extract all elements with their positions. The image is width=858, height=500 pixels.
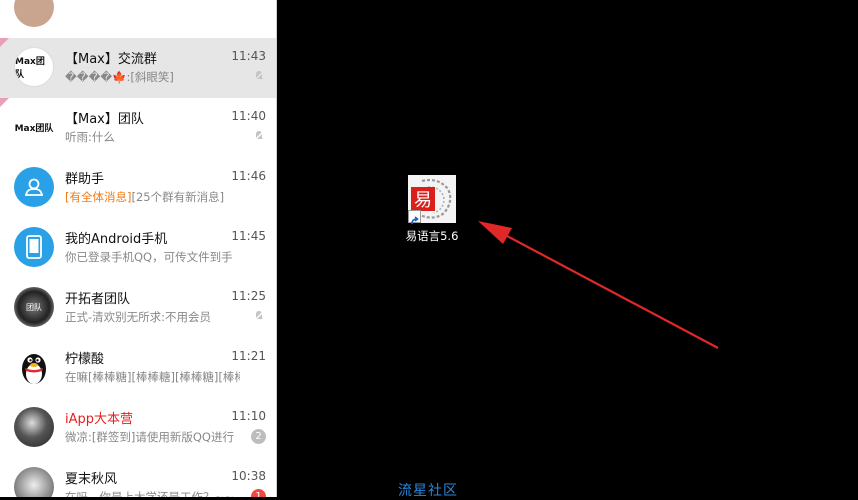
- watermark-text: 流星社区: [398, 483, 458, 499]
- red-arrow-annotation: [478, 221, 719, 349]
